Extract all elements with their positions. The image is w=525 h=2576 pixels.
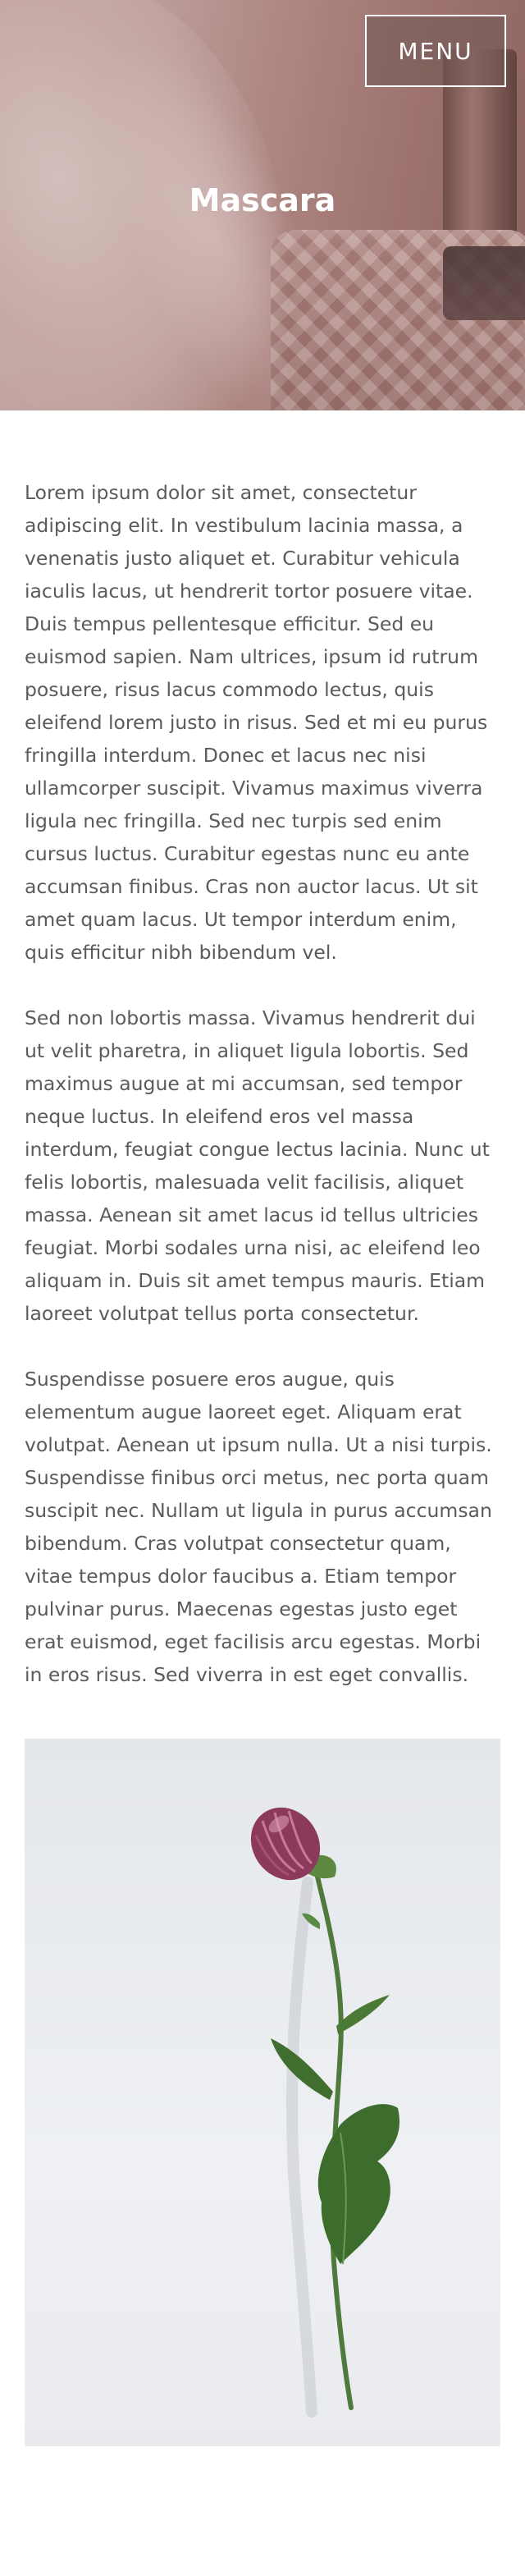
flower-illustration (250, 1807, 400, 2418)
page-title: Mascara (189, 182, 336, 218)
article-body: Lorem ipsum dolor sit amet, consectetur … (0, 410, 525, 1691)
leaf-shape (317, 2104, 400, 2264)
menu-button[interactable]: MENU (365, 15, 506, 87)
article-paragraph: Suspendisse posuere eros augue, quis ele… (25, 1368, 492, 1686)
article-paragraph: Sed non lobortis massa. Vivamus hendreri… (25, 1006, 490, 1325)
article-paragraph: Lorem ipsum dolor sit amet, consectetur … (25, 481, 488, 964)
hero-banner: MENU Mascara (0, 0, 525, 410)
flower-photo (25, 1739, 500, 2446)
leaf-shape (336, 1995, 390, 2034)
leaf-shape (271, 2038, 333, 2100)
